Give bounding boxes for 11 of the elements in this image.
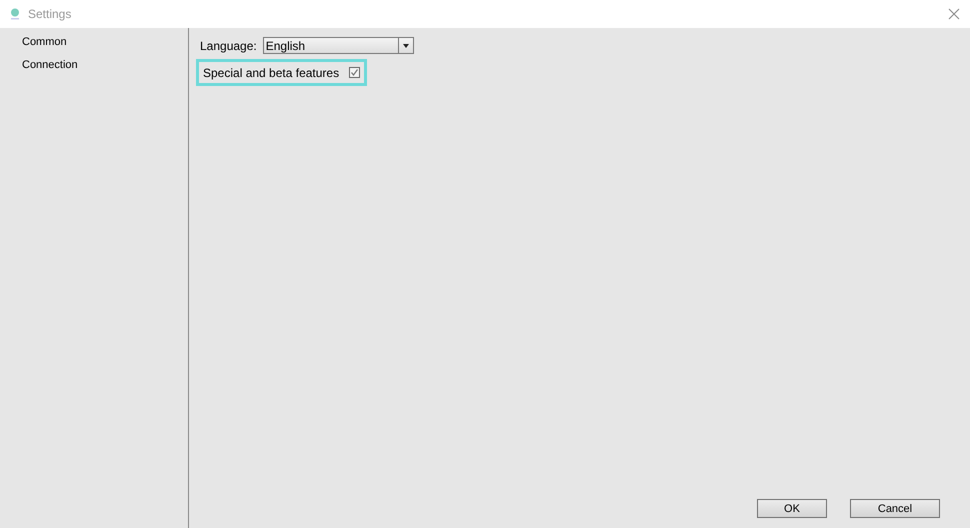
sidebar-item[interactable]: Common xyxy=(0,32,188,55)
beta-checkbox[interactable] xyxy=(349,67,360,78)
close-icon[interactable] xyxy=(948,8,960,20)
language-label: Language: xyxy=(200,38,257,52)
language-dropdown[interactable]: English xyxy=(262,37,414,54)
app-icon xyxy=(10,8,20,20)
sidebar-item[interactable]: Connection xyxy=(0,55,188,78)
cancel-button[interactable]: Cancel xyxy=(850,499,940,518)
beta-features-label: Special and beta features xyxy=(203,66,340,80)
ok-button[interactable]: OK xyxy=(757,499,827,518)
window-title: Settings xyxy=(28,7,72,21)
